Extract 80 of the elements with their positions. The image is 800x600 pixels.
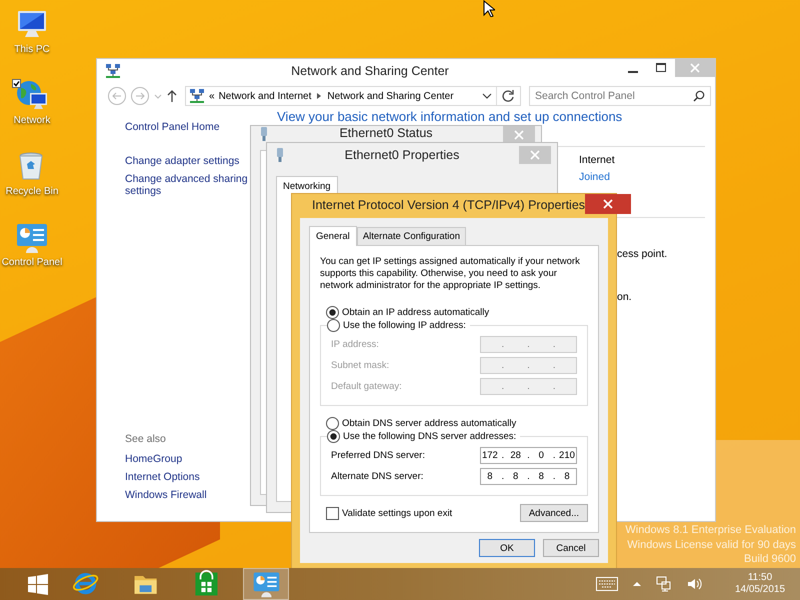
checkbox-icon[interactable] xyxy=(12,79,21,88)
network-icon[interactable] xyxy=(656,576,672,592)
description-text: You can get IP settings assigned automatically if your network supports this capability. Otherwise, you need to ask your network administrator for the appropriate IP settings. xyxy=(320,256,581,292)
info-label: Internet xyxy=(579,154,616,166)
search-icon[interactable] xyxy=(693,90,705,102)
window-title: Ethernet0 Status xyxy=(338,126,434,140)
watermark-text: Windows License valid for 90 days xyxy=(627,538,796,552)
radio-button[interactable] xyxy=(327,319,340,332)
network-icon xyxy=(105,63,121,79)
radio-button[interactable] xyxy=(326,417,339,430)
octet-separator: . xyxy=(526,381,531,392)
chevron-down-icon[interactable] xyxy=(482,91,492,101)
radio-label[interactable]: Use the following IP address: xyxy=(343,320,466,331)
info-link[interactable]: Joined xyxy=(579,171,705,183)
section-heading: See also xyxy=(125,433,167,445)
octet-separator: . xyxy=(500,339,506,350)
address-bar[interactable]: « Network and Internet Network and Sharing Center xyxy=(185,86,521,106)
taskbar-button[interactable] xyxy=(243,568,289,600)
octet-separator: . xyxy=(500,450,506,461)
network-icon xyxy=(189,88,205,104)
breadcrumb-item[interactable]: Network and Sharing Center xyxy=(327,90,454,102)
windows-logo-icon[interactable] xyxy=(27,573,49,595)
field-label: IP address: xyxy=(331,339,379,350)
window-title: Ethernet0 Properties xyxy=(344,148,460,162)
dialog-button[interactable]: Cancel xyxy=(543,539,599,557)
field-label: Alternate DNS server: xyxy=(331,471,424,482)
octet-separator: . xyxy=(526,471,531,482)
info-text: cess point. xyxy=(617,248,668,260)
checkbox-label[interactable]: Validate settings upon exit xyxy=(342,508,452,518)
octet-separator: . xyxy=(552,471,556,482)
octet-separator: . xyxy=(552,381,556,392)
network-adapter-icon xyxy=(259,126,269,142)
octet-separator: . xyxy=(552,360,556,371)
mouse-pointer-icon xyxy=(483,0,495,17)
octet-separator: . xyxy=(552,450,556,461)
chevron-right-icon[interactable] xyxy=(315,91,324,101)
sidebar-link[interactable]: Internet Options xyxy=(125,471,249,483)
sidebar-link[interactable]: Windows Firewall xyxy=(125,489,249,501)
octet-separator: . xyxy=(500,360,506,371)
keyboard-icon[interactable] xyxy=(596,577,618,591)
sidebar-link[interactable]: HomeGroup xyxy=(125,453,249,465)
sidebar-link[interactable]: Change advanced sharing settings xyxy=(125,173,249,197)
page-heading: View your basic network information and set up connections xyxy=(277,109,624,124)
field-label: Preferred DNS server: xyxy=(331,450,425,461)
field-label: Subnet mask: xyxy=(331,360,390,371)
speaker-icon[interactable] xyxy=(686,576,702,592)
chevron-up-icon[interactable] xyxy=(632,579,642,589)
ip-address-field[interactable]: 172 . 28 . 0 . 210 xyxy=(480,447,577,464)
tab[interactable]: Alternate Configuration xyxy=(356,227,466,245)
close-icon[interactable] xyxy=(585,194,632,214)
radio-button[interactable] xyxy=(327,430,340,443)
watermark-text: Windows 8.1 Enterprise Evaluation xyxy=(625,523,796,538)
watermark-text: Build 9600 xyxy=(744,552,796,566)
advanced-button[interactable]: Advanced... xyxy=(520,504,588,522)
network-adapter-icon xyxy=(275,147,285,163)
control-panel-icon xyxy=(252,570,280,598)
dialog-button[interactable]: OK xyxy=(479,539,535,557)
octet-separator: . xyxy=(500,381,506,392)
search-field[interactable]: Search Control Panel xyxy=(529,86,711,106)
sidebar-link[interactable]: Control Panel Home xyxy=(125,121,249,133)
info-text: on. xyxy=(617,291,633,303)
window-title: Network and Sharing Center xyxy=(290,64,450,78)
breadcrumb-overflow[interactable]: « xyxy=(209,90,215,102)
breadcrumb-item[interactable]: Network and Internet xyxy=(218,90,312,102)
octet-separator: . xyxy=(500,471,506,482)
sidebar-link[interactable]: Change adapter settings xyxy=(125,155,249,167)
dialog-title: Internet Protocol Version 4 (TCP/IPv4) Properties xyxy=(312,197,586,212)
radio-label[interactable]: Use the following DNS server addresses: xyxy=(343,431,516,442)
radio-button[interactable] xyxy=(326,306,339,319)
octet-separator: . xyxy=(552,339,556,350)
tab[interactable]: General xyxy=(309,226,357,246)
octet-separator: . xyxy=(526,360,531,371)
ip-address-field[interactable]: 8 . 8 . 8 . 8 xyxy=(480,468,577,485)
field-label: Default gateway: xyxy=(331,381,402,392)
octet-separator: . xyxy=(526,450,531,461)
checkbox[interactable] xyxy=(326,506,339,520)
radio-label[interactable]: Obtain DNS server address automatically xyxy=(342,418,516,429)
control-panel-icon[interactable] xyxy=(15,221,49,255)
radio-label[interactable]: Obtain an IP address automatically xyxy=(342,307,490,318)
octet-separator: . xyxy=(526,339,531,350)
